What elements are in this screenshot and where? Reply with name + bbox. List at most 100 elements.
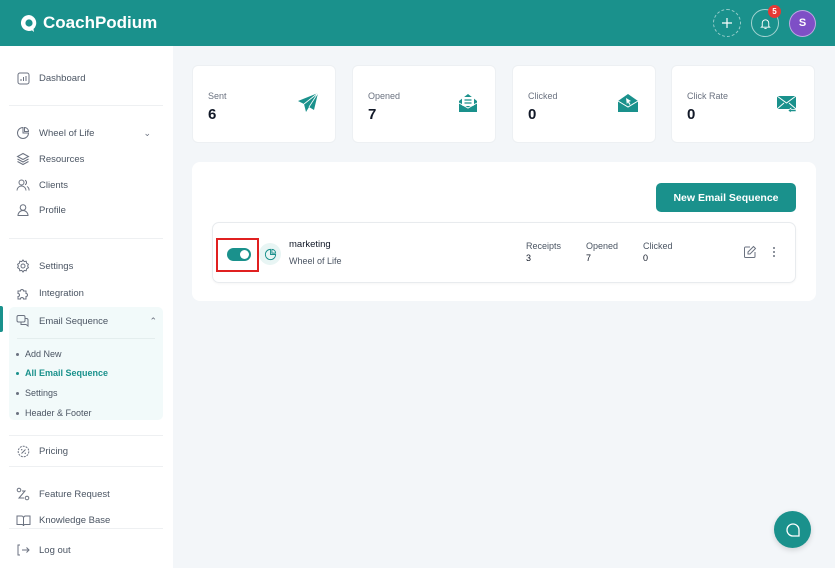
metric-label: Receipts <box>526 241 562 251</box>
group-divider <box>17 338 155 339</box>
app-name: CoachPodium <box>43 13 158 32</box>
sidebar-item-label: Settings <box>39 260 74 272</box>
sidebar-item-resources[interactable]: Resources <box>15 150 84 168</box>
stat-label: Click Rate <box>687 91 729 101</box>
metric-opened: Opened 7 <box>586 241 618 263</box>
chat-bubbles-icon <box>15 313 31 329</box>
bullet-icon <box>16 352 19 356</box>
metric-value: 3 <box>526 253 532 263</box>
more-options-icon[interactable] <box>771 245 777 259</box>
notifications-button[interactable]: 5 <box>751 5 781 37</box>
new-email-sequence-button[interactable]: New Email Sequence <box>656 183 796 212</box>
submenu-label: Header & Footer <box>25 408 92 418</box>
logout-icon <box>15 542 31 558</box>
book-open-icon <box>15 512 31 528</box>
sidebar-item-label: Clients <box>39 179 69 191</box>
users-icon <box>15 177 31 193</box>
sidebar-divider <box>9 238 163 239</box>
bullet-icon <box>16 391 19 395</box>
metric-label: Clicked <box>643 241 673 251</box>
sidebar-item-settings[interactable]: Settings <box>15 257 73 275</box>
user-avatar[interactable]: S <box>789 9 816 37</box>
sidebar-item-label: Wheel of Life <box>39 127 95 139</box>
top-bar: CoachPodium 5 S <box>0 0 835 46</box>
sidebar-item-profile[interactable]: Profile <box>15 201 66 219</box>
sidebar-divider <box>9 466 163 467</box>
sequence-enabled-toggle[interactable] <box>227 248 251 261</box>
layers-icon <box>15 151 31 167</box>
sequence-subtitle: Wheel of Life <box>289 256 342 266</box>
sidebar-item-integration[interactable]: Integration <box>15 284 84 302</box>
stat-value: 0 <box>687 106 696 123</box>
stat-card-sent: Sent 6 <box>192 65 336 143</box>
add-button[interactable] <box>713 9 741 37</box>
sidebar-item-logout[interactable]: Log out <box>15 541 71 559</box>
sequence-row[interactable]: marketing Wheel of Life Receipts 3 Opene… <box>212 222 796 283</box>
stat-label: Sent <box>208 91 227 101</box>
chat-bubble-icon <box>785 522 800 537</box>
bell-icon <box>759 18 771 29</box>
sidebar-item-pricing[interactable]: Pricing <box>15 442 68 460</box>
plus-icon <box>722 18 732 28</box>
route-icon <box>15 486 31 502</box>
pie-chart-icon <box>264 248 276 260</box>
submenu-header-footer[interactable]: Header & Footer <box>16 408 92 418</box>
sidebar-item-clients[interactable]: Clients <box>15 176 68 194</box>
stat-value: 6 <box>208 106 217 123</box>
sidebar-item-label: Resources <box>39 153 85 165</box>
stat-card-click-rate: Click Rate 0 <box>671 65 815 143</box>
gear-icon <box>15 258 31 274</box>
sidebar-item-label: Log out <box>39 544 71 556</box>
sidebar-item-knowledge-base[interactable]: Knowledge Base <box>15 511 110 529</box>
paper-plane-icon <box>298 92 319 112</box>
notification-count-badge: 5 <box>768 5 781 18</box>
metric-label: Opened <box>586 241 619 251</box>
bullet-icon <box>16 411 19 415</box>
stat-card-opened: Opened 7 <box>352 65 496 143</box>
bar-chart-icon <box>15 70 31 86</box>
metric-value: 7 <box>586 253 592 263</box>
chevron-down-icon: ⌄ <box>143 127 151 138</box>
sidebar-item-label: Pricing <box>39 445 69 457</box>
user-icon <box>15 202 31 218</box>
metric-value: 0 <box>643 253 649 263</box>
sidebar-item-label: Integration <box>39 287 84 299</box>
sidebar-item-label: Dashboard <box>39 72 86 84</box>
submenu-settings[interactable]: Settings <box>16 388 58 398</box>
stat-value: 7 <box>368 106 377 123</box>
bullet-icon <box>16 371 19 375</box>
app-logo[interactable]: CoachPodium <box>19 13 157 33</box>
submenu-all-email-sequence[interactable]: All Email Sequence <box>16 368 108 378</box>
sequence-name[interactable]: marketing <box>289 239 331 250</box>
logo-icon <box>20 14 37 32</box>
open-envelope-icon <box>458 94 478 112</box>
support-chat-button[interactable] <box>774 511 811 548</box>
toggle-knob <box>240 250 249 259</box>
envelope-reply-icon <box>776 95 797 114</box>
submenu-add-new[interactable]: Add New <box>16 349 62 359</box>
discount-icon <box>15 443 31 459</box>
sidebar-divider <box>9 105 163 106</box>
metric-clicked: Clicked 0 <box>643 241 673 263</box>
envelope-click-icon <box>617 94 639 112</box>
stat-value: 0 <box>528 106 537 123</box>
puzzle-icon <box>15 285 31 301</box>
sidebar-item-wheel-of-life[interactable]: Wheel of Life ⌄ <box>15 124 160 142</box>
pie-chart-icon <box>15 125 31 141</box>
stat-card-clicked: Clicked 0 <box>512 65 656 143</box>
sidebar-item-feature-request[interactable]: Feature Request <box>15 485 110 503</box>
sidebar-item-label: Profile <box>39 204 66 216</box>
submenu-label: Settings <box>25 388 58 398</box>
active-indicator <box>0 306 3 332</box>
sidebar-item-label: Feature Request <box>39 488 110 500</box>
email-sequence-group: Email Sequence ⌃ Add New All Email Seque… <box>9 307 163 420</box>
sidebar-item-dashboard[interactable]: Dashboard <box>15 69 85 87</box>
edit-icon[interactable] <box>743 245 757 259</box>
submenu-label: All Email Sequence <box>25 368 109 378</box>
sidebar-item-email-sequence[interactable]: Email Sequence ⌃ <box>15 312 157 330</box>
submenu-label: Add New <box>25 349 62 359</box>
stat-label: Opened <box>368 91 401 101</box>
chevron-up-icon: ⌃ <box>149 315 157 326</box>
stat-label: Clicked <box>528 91 558 101</box>
sidebar-divider <box>9 435 163 436</box>
